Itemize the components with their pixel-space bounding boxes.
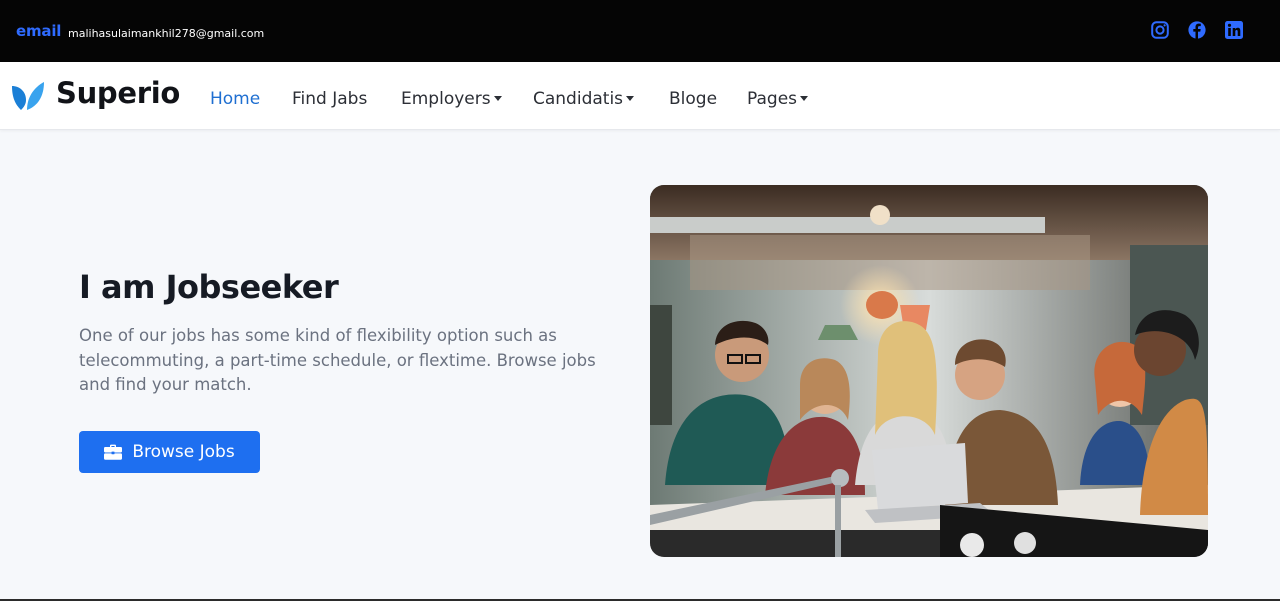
instagram-icon[interactable]: [1151, 21, 1169, 39]
brand-name[interactable]: Superio: [56, 76, 180, 110]
nav-home-label: Home: [210, 89, 261, 109]
nav-candidates[interactable]: Candidatis: [533, 89, 635, 109]
nav-pages[interactable]: Pages: [747, 89, 809, 109]
nav-find-jobs-label: Find Jabs: [292, 89, 368, 109]
nav-blog-label: Bloge: [669, 89, 718, 109]
nav-pages-label: Pages: [747, 89, 798, 109]
browse-jobs-label: Browse Jobs: [132, 442, 235, 462]
main-navbar: Superio Home Find Jabs Employers Candida…: [0, 62, 1280, 130]
team-photo: [650, 185, 1208, 557]
email-label: email: [16, 22, 62, 40]
hero-description: One of our jobs has some kind of flexibi…: [79, 326, 596, 394]
nav-employers[interactable]: Employers: [401, 89, 502, 109]
top-bar: email malihasulaimankhil278@gmail.com: [0, 0, 1280, 62]
caret-down-icon: [626, 96, 635, 101]
hero-title: I am Jobseeker: [79, 268, 339, 306]
nav-candidates-label: Candidatis: [533, 89, 624, 109]
browse-jobs-button[interactable]: Browse Jobs: [79, 431, 260, 473]
briefcase-icon: [104, 444, 123, 460]
leaf-logo-icon[interactable]: [10, 80, 46, 112]
nav-home[interactable]: Home: [210, 89, 260, 109]
email-address[interactable]: malihasulaimankhil278@gmail.com: [68, 27, 264, 40]
nav-find-jobs[interactable]: Find Jabs: [292, 89, 367, 109]
linkedin-icon[interactable]: [1225, 21, 1243, 39]
nav-blog[interactable]: Bloge: [669, 89, 717, 109]
caret-down-icon: [800, 96, 809, 101]
facebook-icon[interactable]: [1188, 21, 1206, 39]
nav-employers-label: Employers: [401, 89, 491, 109]
caret-down-icon: [493, 96, 502, 101]
